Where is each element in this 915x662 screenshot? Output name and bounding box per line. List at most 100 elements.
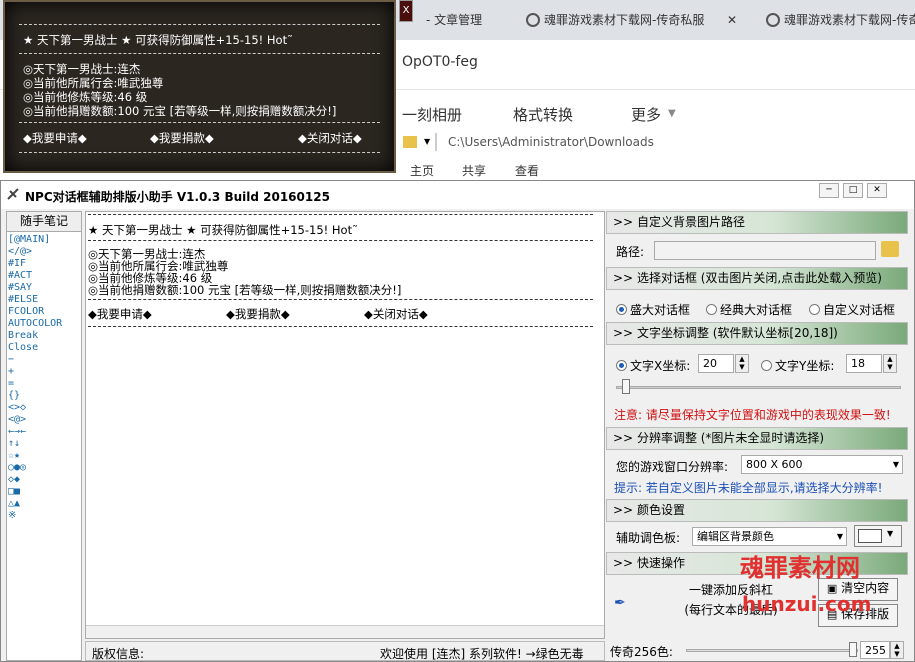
note-item[interactable]: = — [8, 378, 14, 389]
horizontal-scrollbar[interactable] — [86, 625, 604, 638]
note-item[interactable]: + — [8, 366, 14, 377]
resolution-value: 800 X 600 — [746, 458, 803, 471]
title-bar: NPC对话框辅助排版小助手 V1.0.3 Build 20160125 ─ □ … — [1, 181, 914, 209]
coord-slider-track[interactable] — [616, 386, 901, 389]
browser-tab[interactable]: 魂罪游戏素材下载网-传奇私服 ✕ — [522, 8, 747, 40]
section-color[interactable]: >> 颜色设置 — [606, 499, 908, 522]
note-item[interactable]: AUTOCOLOR — [8, 318, 62, 329]
resolution-label: 您的游戏窗口分辨率: — [616, 460, 729, 474]
folder-path[interactable]: C:\Users\Administrator\Downloads — [448, 135, 654, 149]
address-text[interactable]: OpOT0-feg — [402, 54, 478, 70]
section-dialog[interactable]: >> 选择对话框 (双击图片关闭,点击此处载入预览) — [606, 267, 908, 290]
radio-dialog-custom[interactable]: 自定义对话框 — [809, 301, 895, 318]
note-item[interactable]: #ACT — [8, 270, 32, 281]
color-value-input[interactable]: 255 — [860, 641, 890, 659]
npc-title-line: ★ 天下第一男战士 ★ 可获得防御属性+15-15! Hot˜ — [23, 33, 293, 47]
note-item[interactable]: </@> — [8, 246, 32, 257]
editor-action: ◆关闭对话◆ — [364, 307, 428, 321]
path-input[interactable] — [654, 241, 876, 260]
radio-icon — [809, 304, 820, 315]
browser-tab[interactable]: - 文章管理 — [420, 8, 515, 40]
folder-open-icon[interactable] — [881, 241, 899, 257]
radio-dialog-shanda[interactable]: 盛大对话框 — [616, 301, 690, 318]
npc-action-apply[interactable]: ◆我要申请◆ — [23, 130, 87, 146]
radio-label: 盛大对话框 — [630, 303, 691, 317]
npc-action-donate[interactable]: ◆我要捐款◆ — [150, 130, 214, 146]
browser-tab[interactable]: 魂罪游戏素材下载网-传奇 — [762, 8, 915, 40]
note-item[interactable]: ◇◆ — [8, 474, 20, 485]
globe-icon — [766, 13, 780, 27]
note-item[interactable]: ↑↓ — [8, 438, 20, 449]
section-coords[interactable]: >> 文字坐标调整 (软件默认坐标[20,18]) — [606, 322, 908, 345]
close-button[interactable]: ✕ — [867, 183, 887, 198]
note-item[interactable]: #IF — [8, 258, 26, 269]
y-coord-input[interactable]: 18 — [846, 354, 882, 373]
path-label: 路径: — [616, 245, 645, 259]
note-item[interactable]: ☆★ — [8, 450, 20, 461]
editor-info-line: ◎当前他捐赠数额:100 元宝 [若等级一样,则按捐赠数额决分!] — [88, 283, 402, 297]
note-item[interactable]: Break — [8, 330, 38, 341]
close-tab-icon[interactable]: ✕ — [727, 8, 737, 32]
editor-action: ◆我要申请◆ — [88, 307, 152, 321]
color-slider-track[interactable] — [686, 649, 858, 652]
minimize-button[interactable]: ─ — [819, 183, 839, 198]
npc-action-close[interactable]: ◆关闭对话◆ — [298, 130, 362, 146]
color-value-stepper[interactable]: ▲ ▼ — [890, 641, 904, 659]
coord-slider-thumb[interactable] — [622, 379, 630, 394]
npc-dialog-preview[interactable]: ★ 天下第一男战士 ★ 可获得防御属性+15-15! Hot˜ ◎天下第一男战士… — [3, 0, 396, 173]
divider — [19, 152, 380, 153]
color-slider-thumb[interactable] — [849, 642, 857, 657]
notes-header: 随手笔记 — [7, 212, 81, 232]
note-item[interactable]: {} — [8, 390, 20, 401]
tab-label: 魂罪游戏素材下载网-传奇私服 — [544, 13, 705, 27]
section-bg-path[interactable]: >> 自定义背景图片路径 — [606, 211, 908, 234]
tab-label: - 文章管理 — [426, 13, 483, 27]
radio-y-coord[interactable]: 文字Y坐标: — [761, 357, 834, 374]
explorer-tab[interactable]: 查看 — [515, 162, 539, 179]
ribbon-item[interactable]: 更多 — [631, 104, 661, 125]
note-item[interactable]: #SAY — [8, 282, 32, 293]
section-label: 文字坐标调整 (软件默认坐标[20,18]) — [636, 326, 838, 340]
note-item[interactable]: ←→← — [8, 426, 26, 437]
y-coord-stepper[interactable]: ▲ ▼ — [883, 354, 897, 373]
footer-label: 版权信息: — [92, 647, 145, 661]
note-item[interactable]: <@> — [8, 414, 26, 425]
radio-icon — [706, 304, 717, 315]
note-item[interactable]: <>◇ — [8, 402, 26, 413]
note-item[interactable]: #ELSE — [8, 294, 38, 305]
x-coord-input[interactable]: 20 — [698, 354, 734, 373]
ribbon-item[interactable]: 一刻相册 — [402, 104, 462, 125]
note-item[interactable]: ※ — [8, 510, 16, 521]
divider — [88, 299, 593, 300]
radio-x-coord[interactable]: 文字X坐标: — [616, 357, 690, 374]
close-preview-button[interactable]: X — [399, 0, 413, 22]
radio-icon — [616, 304, 627, 315]
note-item[interactable]: [@MAIN] — [8, 234, 50, 245]
divider — [19, 122, 380, 123]
ribbon-item[interactable]: 格式转换 — [513, 104, 573, 125]
editor-area[interactable]: ★ 天下第一男战士 ★ 可获得防御属性+15-15! Hot˜ ◎天下第一男战士… — [85, 211, 605, 639]
explorer-tab[interactable]: 主页 — [410, 162, 434, 179]
divider — [88, 326, 593, 327]
note-item[interactable]: − — [8, 354, 14, 365]
notes-panel: 随手笔记 [@MAIN] </@> #IF #ACT #SAY #ELSE FCOLOR AU… — [6, 211, 82, 661]
maximize-button[interactable]: □ — [843, 183, 863, 198]
note-item[interactable]: □■ — [8, 486, 20, 497]
tip-text: 提示: 若自定义图片未能全部显示,请选择大分辨率! — [614, 481, 883, 495]
note-item[interactable]: △▲ — [8, 498, 20, 509]
watermark-url: hunzui.com — [742, 592, 872, 616]
x-coord-stepper[interactable]: ▲ ▼ — [735, 354, 749, 373]
note-item[interactable]: FCOLOR — [8, 306, 44, 317]
watermark-text: 魂罪素材网 — [740, 554, 860, 582]
warning-text: 注意: 请尽量保持文字位置和游戏中的表现效果一致! — [614, 408, 891, 422]
chevron-down-icon: ▼ — [892, 460, 899, 469]
explorer-tab[interactable]: 共享 — [462, 162, 486, 179]
color-picker-button[interactable]: ▼ — [854, 525, 902, 547]
radio-dialog-classic[interactable]: 经典大对话框 — [706, 301, 792, 318]
note-item[interactable]: Close — [8, 342, 38, 353]
chevron-down-icon: ▼ — [424, 137, 431, 146]
section-resolution[interactable]: >> 分辨率调整 (*图片未全显时请选择) — [606, 427, 908, 450]
resolution-select[interactable]: 800 X 600 ▼ — [741, 455, 903, 474]
note-item[interactable]: ○●◎ — [8, 462, 26, 473]
palette-select[interactable]: 编辑区背景颜色 ▼ — [692, 527, 847, 546]
